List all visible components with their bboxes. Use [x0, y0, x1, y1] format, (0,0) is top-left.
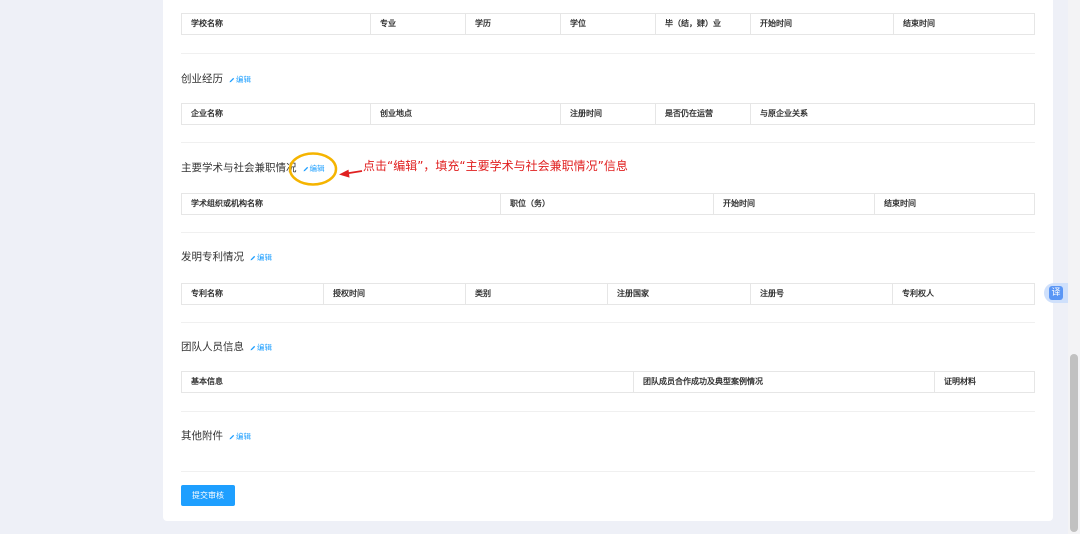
column-header: 毕（结，肄）业 — [656, 14, 751, 34]
pencil-icon — [229, 434, 235, 440]
column-header: 结束时间 — [903, 19, 935, 28]
edit-academic-link[interactable]: 编辑 — [303, 164, 325, 174]
application-form-page: 学校名称 专业 学历 学位 毕（结，肄）业 开始时间 结束时间 创业经历 编辑 … — [0, 0, 1080, 534]
form-card: 学校名称 专业 学历 学位 毕（结，肄）业 开始时间 结束时间 创业经历 编辑 … — [163, 0, 1053, 521]
edit-team-link[interactable]: 编辑 — [250, 343, 272, 353]
column-header: 学术组织或机构名称 — [182, 194, 501, 214]
column-header: 开始时间 — [714, 194, 875, 214]
edit-label: 编辑 — [257, 253, 272, 262]
translate-button[interactable]: 译 — [1044, 283, 1068, 303]
section-divider — [181, 142, 1035, 143]
section-title: 团队人员信息 — [181, 341, 244, 353]
column-header: 证明材料 — [944, 377, 976, 386]
column-header: 注册时间 — [561, 104, 656, 124]
column-header: 注册号 — [751, 284, 893, 304]
edit-label: 编辑 — [236, 75, 251, 84]
submit-review-button[interactable]: 提交审核 — [181, 485, 235, 506]
academic-table-header: 学术组织或机构名称 职位（务） 开始时间 结束时间 — [181, 193, 1035, 215]
section-header-attachments: 其他附件 编辑 — [181, 429, 251, 443]
section-divider — [181, 471, 1035, 472]
section-title: 创业经历 — [181, 73, 223, 85]
annotation-text: 点击“编辑”，填充“主要学术与社会兼职情况”信息 — [363, 159, 628, 173]
section-header-entrepreneurship: 创业经历 编辑 — [181, 72, 251, 86]
team-table-header: 基本信息 团队成员合作成功及典型案例情况 证明材料 — [181, 371, 1035, 393]
edit-label: 编辑 — [236, 432, 251, 441]
column-header: 学历 — [466, 14, 561, 34]
column-header: 专利名称 — [182, 284, 324, 304]
edit-label: 编辑 — [309, 164, 325, 173]
column-header: 注册国家 — [608, 284, 751, 304]
edit-attachments-link[interactable]: 编辑 — [229, 432, 251, 442]
column-header: 类别 — [466, 284, 608, 304]
column-header: 企业名称 — [182, 104, 371, 124]
edit-label: 编辑 — [257, 343, 272, 352]
column-header: 学位 — [561, 14, 656, 34]
column-header: 专利权人 — [902, 289, 934, 298]
column-header: 团队成员合作成功及典型案例情况 — [634, 372, 935, 392]
pencil-icon — [250, 345, 256, 351]
pencil-icon — [303, 166, 308, 172]
section-header-patents: 发明专利情况 编辑 — [181, 250, 272, 264]
pencil-icon — [229, 77, 235, 83]
column-header: 开始时间 — [751, 14, 894, 34]
patents-table-header: 专利名称 授权时间 类别 注册国家 注册号 专利权人 — [181, 283, 1035, 305]
column-header: 基本信息 — [182, 372, 634, 392]
column-header: 是否仍在运营 — [656, 104, 751, 124]
section-header-academic: 主要学术与社会兼职情况 编辑 — [181, 161, 325, 175]
education-table-header: 学校名称 专业 学历 学位 毕（结，肄）业 开始时间 结束时间 — [181, 13, 1035, 35]
section-divider — [181, 411, 1035, 412]
section-title: 发明专利情况 — [181, 251, 244, 263]
section-divider — [181, 232, 1035, 233]
column-header: 职位（务） — [501, 194, 714, 214]
edit-entrepreneurship-link[interactable]: 编辑 — [229, 75, 251, 85]
column-header: 专业 — [371, 14, 466, 34]
section-title: 其他附件 — [181, 430, 223, 442]
column-header: 与原企业关系 — [760, 109, 808, 118]
column-header: 创业地点 — [371, 104, 561, 124]
section-header-team: 团队人员信息 编辑 — [181, 340, 272, 354]
pencil-icon — [250, 255, 256, 261]
section-title: 主要学术与社会兼职情况 — [181, 162, 297, 174]
scrollbar-thumb[interactable] — [1070, 354, 1078, 532]
edit-patents-link[interactable]: 编辑 — [250, 253, 272, 263]
entrepreneurship-table-header: 企业名称 创业地点 注册时间 是否仍在运营 与原企业关系 — [181, 103, 1035, 125]
column-header: 结束时间 — [884, 199, 916, 208]
page-scrollbar[interactable] — [1068, 0, 1080, 534]
translate-icon: 译 — [1049, 286, 1063, 300]
section-divider — [181, 53, 1035, 54]
column-header: 授权时间 — [324, 284, 466, 304]
section-divider — [181, 322, 1035, 323]
column-header: 学校名称 — [182, 14, 371, 34]
